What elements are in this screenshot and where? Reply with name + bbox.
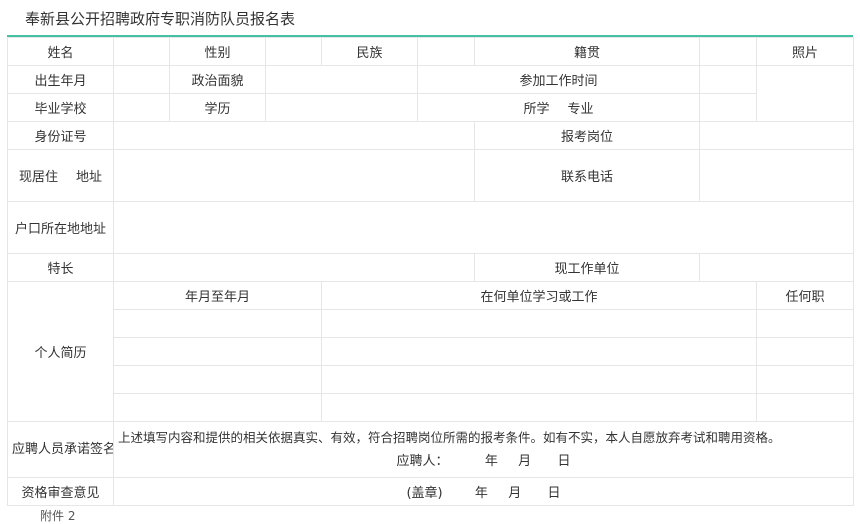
ethnicity-field[interactable] bbox=[417, 37, 475, 66]
resume-period-field[interactable] bbox=[113, 365, 322, 394]
phone-field[interactable] bbox=[699, 149, 855, 202]
work-start-label: 参加工作时间 bbox=[416, 65, 701, 94]
major-label-part: 所学 bbox=[523, 102, 550, 117]
review-year: 年 bbox=[474, 486, 488, 501]
resume-unit-field[interactable] bbox=[320, 309, 758, 338]
table-row: 出生年月 政治面貌 参加工作时间 bbox=[7, 65, 855, 122]
current-employer-label: 现工作单位 bbox=[473, 253, 701, 282]
pledge-text: 上述填写内容和提供的相关依据真实、有效，符合招聘岗位所需的报考条件。如有不实，本… bbox=[118, 429, 781, 445]
hukou-label: 户口所在地地址 bbox=[7, 201, 114, 254]
id-number-field[interactable] bbox=[113, 121, 475, 150]
name-field[interactable] bbox=[113, 37, 170, 66]
pledge-year: 年 bbox=[484, 453, 498, 469]
birth-label: 出生年月 bbox=[7, 65, 114, 94]
table-row: 个人简历 年月至年月 在何单位学习或工作 任何职 bbox=[7, 281, 855, 422]
ethnicity-label: 民族 bbox=[321, 37, 418, 66]
resume-period-field[interactable] bbox=[113, 309, 322, 338]
table-row bbox=[8, 393, 855, 422]
attachment-note: 附件 2 bbox=[40, 509, 76, 523]
table-row: 户口所在地地址 bbox=[7, 201, 855, 254]
table-row: 姓名 性别 民族 籍贯 照片 bbox=[7, 37, 855, 66]
current-employer-field[interactable] bbox=[699, 253, 855, 282]
resume-unit-field[interactable] bbox=[320, 393, 758, 422]
pledge-month: 月 bbox=[518, 453, 532, 469]
native-place-field[interactable] bbox=[699, 37, 758, 66]
review-content: (盖章) 年 月 日 bbox=[112, 477, 855, 506]
review-month: 月 bbox=[508, 486, 522, 501]
gender-field[interactable] bbox=[265, 37, 322, 66]
table-row: 现居住 地址 联系电话 bbox=[7, 149, 855, 202]
address-label-part: 地址 bbox=[76, 170, 103, 185]
form-title: 奉新县公开招聘政府专职消防队员报名表 bbox=[25, 10, 296, 28]
hukou-field[interactable] bbox=[112, 201, 855, 254]
review-day: 日 bbox=[547, 486, 561, 501]
table-row: 毕业学校 学历 所学 专业 bbox=[7, 93, 854, 122]
resume-period-field[interactable] bbox=[113, 337, 322, 366]
education-field[interactable] bbox=[265, 93, 418, 122]
pledge-label: 应聘人员承诺签名 bbox=[7, 421, 114, 478]
pledge-content: 上述填写内容和提供的相关依据真实、有效，符合招聘岗位所需的报考条件。如有不实，本… bbox=[112, 421, 855, 478]
major-label: 所学 专业 bbox=[416, 93, 701, 122]
major-label-part: 专业 bbox=[567, 102, 594, 117]
pledge-sign-line: 应聘人： 年 月 日 bbox=[118, 450, 849, 474]
education-label: 学历 bbox=[169, 93, 266, 122]
skills-field[interactable] bbox=[113, 253, 475, 282]
review-label: 资格审查意见 bbox=[7, 477, 114, 506]
position-label: 报考岗位 bbox=[473, 121, 701, 150]
phone-label: 联系电话 bbox=[473, 149, 701, 202]
resume-role-field[interactable] bbox=[756, 309, 855, 338]
table-row: 特长 现工作单位 bbox=[7, 253, 855, 282]
native-place-label: 籍贯 bbox=[473, 37, 701, 66]
resume-unit-field[interactable] bbox=[320, 337, 758, 366]
address-label-part: 现居住 bbox=[18, 170, 58, 185]
resume-period-field[interactable] bbox=[113, 393, 322, 422]
resume-col-unit: 在何单位学习或工作 bbox=[320, 281, 758, 310]
address-label: 现居住 地址 bbox=[7, 149, 114, 202]
photo-field[interactable] bbox=[756, 65, 855, 122]
photo-label: 照片 bbox=[756, 37, 855, 66]
name-label: 姓名 bbox=[7, 37, 114, 66]
resume-role-field[interactable] bbox=[756, 337, 855, 366]
birth-field[interactable] bbox=[113, 65, 170, 94]
politics-label: 政治面貌 bbox=[169, 65, 266, 94]
resume-col-period: 年月至年月 bbox=[113, 281, 322, 310]
position-field[interactable] bbox=[699, 121, 855, 150]
school-field[interactable] bbox=[113, 93, 170, 122]
pledge-day: 日 bbox=[557, 453, 571, 469]
id-number-label: 身份证号 bbox=[7, 121, 114, 150]
pledge-signer-label: 应聘人： bbox=[396, 453, 449, 469]
resume-role-field[interactable] bbox=[756, 393, 855, 422]
skills-label: 特长 bbox=[7, 253, 114, 282]
table-row bbox=[8, 309, 855, 338]
address-field[interactable] bbox=[113, 149, 475, 202]
table-row: 身份证号 报考岗位 bbox=[7, 121, 855, 150]
table-row bbox=[8, 365, 855, 394]
resume-label: 个人简历 bbox=[7, 281, 114, 422]
registration-form-table: 姓名 性别 民族 籍贯 照片 出生年月 政治面貌 参加工作时间 毕业学校 学历 … bbox=[7, 37, 855, 506]
resume-col-role: 任何职 bbox=[756, 281, 855, 310]
major-field[interactable] bbox=[699, 93, 758, 122]
table-row: 应聘人员承诺签名 上述填写内容和提供的相关依据真实、有效，符合招聘岗位所需的报考… bbox=[7, 421, 855, 478]
table-row bbox=[8, 337, 855, 366]
politics-field[interactable] bbox=[265, 65, 418, 94]
review-seal: (盖章) bbox=[406, 486, 443, 501]
school-label: 毕业学校 bbox=[7, 93, 114, 122]
resume-role-field[interactable] bbox=[756, 365, 855, 394]
work-start-field[interactable] bbox=[699, 65, 758, 94]
gender-label: 性别 bbox=[169, 37, 266, 66]
resume-unit-field[interactable] bbox=[320, 365, 758, 394]
table-row: 资格审查意见 (盖章) 年 月 日 bbox=[7, 477, 855, 506]
